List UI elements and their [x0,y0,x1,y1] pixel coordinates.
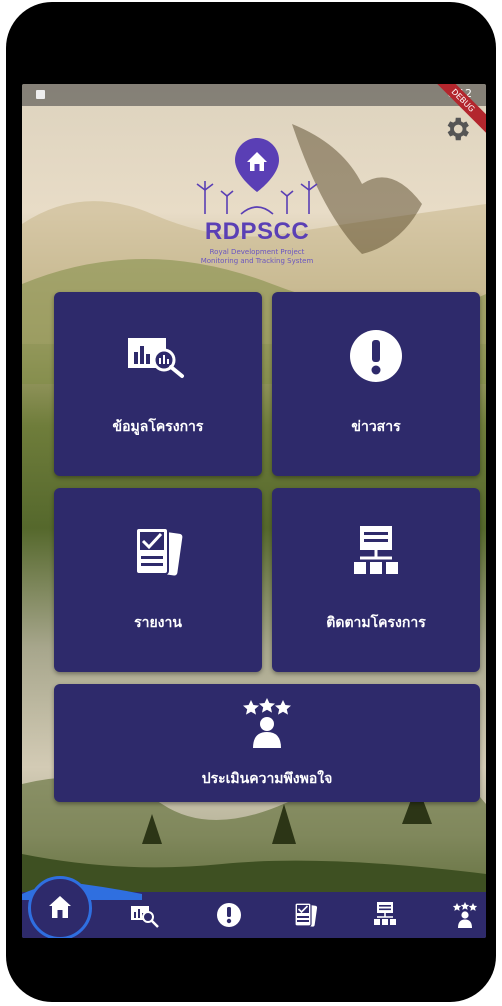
report-button[interactable]: รายงาน [54,488,262,672]
logo-title: RDPSCC [204,218,310,245]
app-screen: 6:12 DEBUG RDPSCC [22,84,486,938]
nav-satisfaction-icon[interactable] [450,902,480,928]
wind-turbines-icon [196,181,318,215]
nav-tracking-icon[interactable] [370,902,400,928]
chart-search-icon [128,338,184,378]
org-chart-icon [354,526,398,574]
notification-icon [36,90,45,99]
project-info-label: ข้อมูลโครงการ [112,419,204,435]
logo-subtitle-line2: Monitoring and Tracking System [200,257,314,265]
nav-home-button[interactable] [28,876,92,938]
project-info-button[interactable]: ข้อมูลโครงการ [54,292,262,476]
logo-subtitle: Royal Development Project Monitoring and… [187,248,327,266]
rating-person-icon [243,698,291,748]
nav-news-icon[interactable] [214,902,244,928]
nav-project-info-icon[interactable] [130,902,160,928]
settings-gear-icon[interactable] [442,114,472,144]
device-frame: 6:12 DEBUG RDPSCC [6,2,496,1002]
report-check-icon [135,527,183,576]
project-tracking-button[interactable]: ติดตามโครงการ [272,488,480,672]
app-logo: RDPSCC Royal Development Project Monitor… [187,132,327,302]
nav-report-icon[interactable] [290,902,320,928]
news-label: ข่าวสาร [351,419,401,435]
status-bar: 6:12 DEBUG [22,84,486,137]
report-label: รายงาน [134,615,182,631]
news-button[interactable]: ข่าวสาร [272,292,480,476]
exclamation-icon [350,330,402,382]
bottom-navigation-bar [22,876,486,938]
home-icon [49,896,71,918]
satisfaction-survey-label: ประเมินความพึงพอใจ [201,771,333,787]
project-tracking-label: ติดตามโครงการ [326,615,426,631]
satisfaction-survey-button[interactable]: ประเมินความพึงพอใจ [54,684,480,802]
logo-subtitle-line1: Royal Development Project [209,248,305,256]
